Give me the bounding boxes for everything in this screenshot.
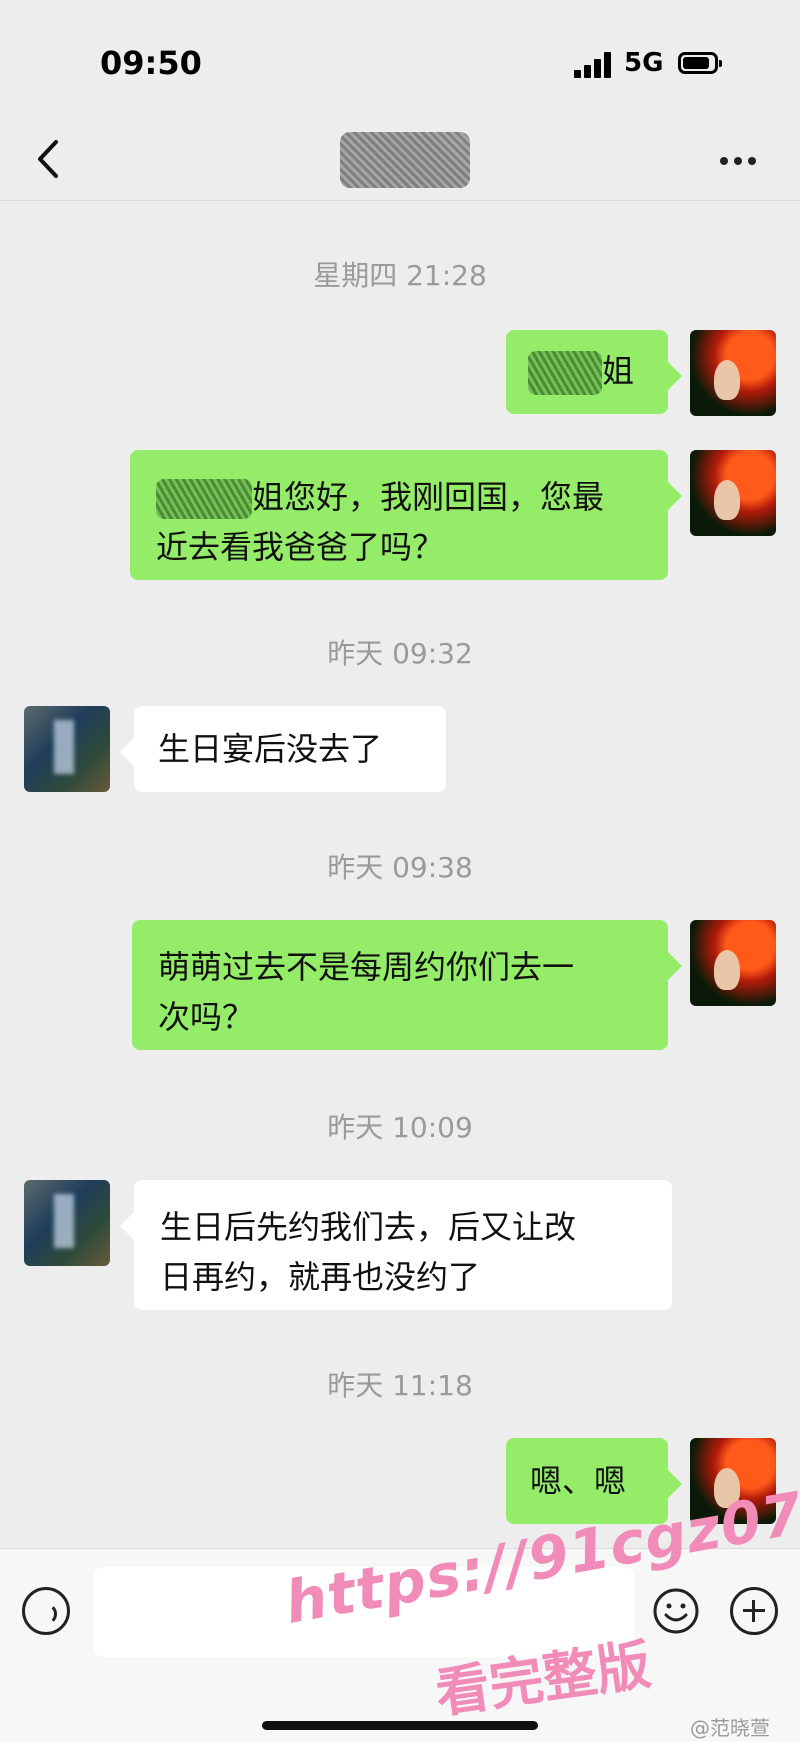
- message-bubble[interactable]: 姐您好，我刚回国，您最 近去看我爸爸了吗？: [130, 450, 682, 580]
- redacted-name: [528, 351, 602, 395]
- status-time: 09:50: [100, 44, 202, 82]
- chat-header: [0, 120, 800, 201]
- avatar[interactable]: [690, 450, 776, 536]
- signal-icon: [574, 52, 612, 78]
- ellipsis-icon[interactable]: [720, 150, 764, 166]
- avatar[interactable]: [24, 706, 110, 792]
- avatar[interactable]: [690, 330, 776, 416]
- message-text: 生日宴后没去了: [158, 730, 383, 768]
- contact-name-redacted: [340, 132, 470, 188]
- timestamp: 昨天 09:32: [327, 637, 473, 670]
- emoji-icon[interactable]: [652, 1587, 700, 1635]
- message-text: 姐: [602, 352, 635, 390]
- network-type: 5G: [624, 48, 664, 78]
- status-bar: 09:50 5G: [0, 0, 800, 120]
- message-bubble[interactable]: 生日宴后没去了: [120, 706, 446, 792]
- plus-icon[interactable]: [730, 1587, 778, 1635]
- message-text-line: 近去看我爸爸了吗？: [156, 528, 445, 566]
- redacted-name: [156, 479, 252, 519]
- message-text-line: 生日后先约我们去，后又让改: [160, 1208, 577, 1246]
- timestamp: 昨天 11:18: [327, 1369, 473, 1402]
- watermark-credit: @范晓萱: [690, 1716, 770, 1740]
- avatar[interactable]: [24, 1180, 110, 1266]
- message-bubble[interactable]: 姐: [506, 330, 682, 414]
- timestamp: 昨天 10:09: [327, 1111, 473, 1144]
- timestamp: 昨天 09:38: [327, 851, 473, 884]
- message-text-line: 萌萌过去不是每周约你们去一: [158, 948, 575, 986]
- battery-icon: [678, 52, 722, 74]
- timestamp: 星期四 21:28: [313, 259, 487, 292]
- home-indicator: [262, 1721, 538, 1730]
- chevron-left-icon[interactable]: [30, 136, 70, 182]
- message-bubble[interactable]: 萌萌过去不是每周约你们去一 次吗？: [132, 920, 682, 1050]
- message-bubble[interactable]: 生日后先约我们去，后又让改 日再约，就再也没约了: [120, 1180, 672, 1310]
- message-text-line: 次吗？: [158, 998, 255, 1036]
- message-text-line: 姐您好，我刚回国，您最: [252, 478, 605, 516]
- voice-icon[interactable]: [22, 1587, 70, 1635]
- message-text-line: 日再约，就再也没约了: [160, 1258, 481, 1296]
- message-text: 嗯、嗯: [530, 1462, 627, 1500]
- avatar[interactable]: [690, 920, 776, 1006]
